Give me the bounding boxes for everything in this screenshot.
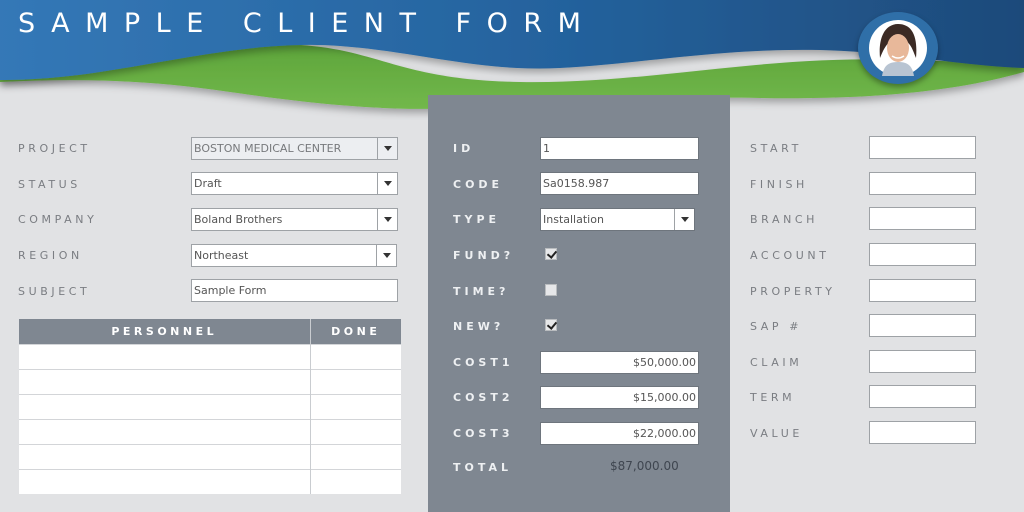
company-select[interactable]: Boland Brothers — [191, 208, 398, 231]
cost2-input[interactable]: $15,000.00 — [540, 386, 699, 409]
table-row — [19, 368, 401, 394]
cost3-label: COST3 — [453, 427, 514, 440]
sap-input[interactable] — [869, 314, 976, 337]
personnel-cell[interactable] — [19, 393, 311, 419]
region-value: Northeast — [194, 249, 249, 262]
fund-label: FUND? — [453, 249, 515, 262]
code-value: Sa0158.987 — [543, 177, 610, 190]
branch-input[interactable] — [869, 207, 976, 230]
table-row — [19, 443, 401, 469]
status-value: Draft — [194, 177, 222, 190]
subject-label: SUBJECT — [18, 285, 91, 298]
done-header[interactable]: DONE — [310, 319, 401, 344]
total-label: TOTAL — [453, 461, 513, 474]
branch-label: BRANCH — [750, 213, 819, 226]
value-input[interactable] — [869, 421, 976, 444]
done-cell[interactable] — [310, 418, 401, 444]
claim-input[interactable] — [869, 350, 976, 373]
value-label: VALUE — [750, 427, 803, 440]
type-label: TYPE — [453, 213, 501, 226]
chevron-down-icon[interactable] — [377, 138, 397, 159]
cost2-label: COST2 — [453, 391, 514, 404]
personnel-cell[interactable] — [19, 343, 311, 369]
table-row — [19, 468, 401, 494]
chevron-down-icon[interactable] — [377, 209, 397, 230]
new-label: NEW? — [453, 320, 505, 333]
finish-label: FINISH — [750, 178, 808, 191]
done-cell[interactable] — [310, 343, 401, 369]
subject-value: Sample Form — [194, 284, 267, 297]
chevron-down-icon[interactable] — [674, 209, 694, 230]
account-label: ACCOUNT — [750, 249, 830, 262]
done-cell[interactable] — [310, 443, 401, 469]
chevron-down-icon[interactable] — [377, 173, 397, 194]
page-title: SAMPLE CLIENT FORM — [18, 8, 597, 39]
table-row — [19, 393, 401, 419]
sap-label: SAP # — [750, 320, 803, 333]
fund-checkbox[interactable] — [545, 248, 557, 260]
finish-input[interactable] — [869, 172, 976, 195]
term-input[interactable] — [869, 385, 976, 408]
user-avatar[interactable] — [858, 12, 938, 84]
type-select[interactable]: Installation — [540, 208, 695, 231]
done-cell[interactable] — [310, 393, 401, 419]
status-select[interactable]: Draft — [191, 172, 398, 195]
project-label: PROJECT — [18, 142, 91, 155]
cost1-value: $50,000.00 — [633, 356, 696, 369]
project-select[interactable]: BOSTON MEDICAL CENTER — [191, 137, 398, 160]
cost1-input[interactable]: $50,000.00 — [540, 351, 699, 374]
start-input[interactable] — [869, 136, 976, 159]
personnel-cell[interactable] — [19, 468, 311, 494]
cost2-value: $15,000.00 — [633, 391, 696, 404]
id-value: 1 — [543, 142, 550, 155]
table-row — [19, 343, 401, 369]
time-label: TIME? — [453, 285, 510, 298]
region-label: REGION — [18, 249, 83, 262]
id-input[interactable]: 1 — [540, 137, 699, 160]
region-select[interactable]: Northeast — [191, 244, 397, 267]
subject-input[interactable]: Sample Form — [191, 279, 398, 302]
project-value: BOSTON MEDICAL CENTER — [194, 142, 342, 155]
time-checkbox[interactable] — [545, 284, 557, 296]
new-checkbox[interactable] — [545, 319, 557, 331]
code-input[interactable]: Sa0158.987 — [540, 172, 699, 195]
property-label: PROPERTY — [750, 285, 836, 298]
type-value: Installation — [543, 213, 604, 226]
company-value: Boland Brothers — [194, 213, 283, 226]
cost3-input[interactable]: $22,000.00 — [540, 422, 699, 445]
code-label: CODE — [453, 178, 504, 191]
status-label: STATUS — [18, 178, 81, 191]
start-label: START — [750, 142, 802, 155]
done-cell[interactable] — [310, 468, 401, 494]
company-label: COMPANY — [18, 213, 98, 226]
personnel-cell[interactable] — [19, 418, 311, 444]
personnel-cell[interactable] — [19, 368, 311, 394]
term-label: TERM — [750, 391, 796, 404]
personnel-cell[interactable] — [19, 443, 311, 469]
cost1-label: COST1 — [453, 356, 514, 369]
chevron-down-icon[interactable] — [376, 245, 396, 266]
personnel-header[interactable]: PERSONNEL — [19, 319, 311, 344]
account-input[interactable] — [869, 243, 976, 266]
table-row — [19, 418, 401, 444]
claim-label: CLAIM — [750, 356, 803, 369]
total-value: $87,000.00 — [610, 459, 679, 473]
personnel-table: PERSONNEL DONE — [19, 319, 401, 494]
user-avatar-icon — [869, 20, 927, 76]
id-label: ID — [453, 142, 475, 155]
done-cell[interactable] — [310, 368, 401, 394]
property-input[interactable] — [869, 279, 976, 302]
cost3-value: $22,000.00 — [633, 427, 696, 440]
